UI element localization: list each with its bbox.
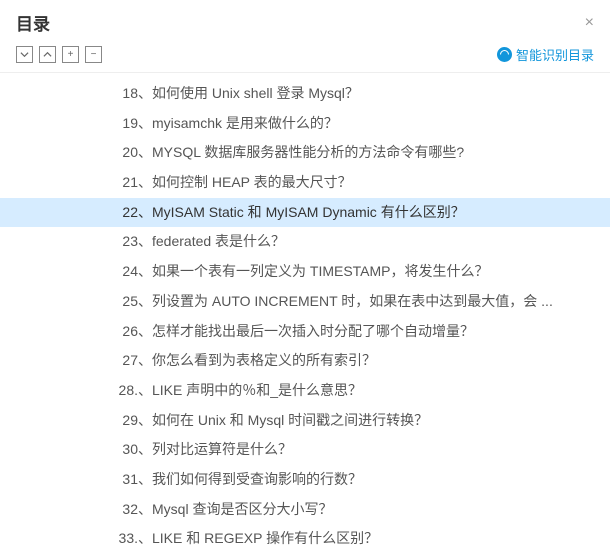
toc-item-number: 28.、 bbox=[118, 380, 152, 402]
toc-panel: 目录 × + − 智能识别目录 18、如何使用 Unix shell 登录 My… bbox=[0, 0, 610, 547]
toc-item[interactable]: 33.、LIKE 和 REGEXP 操作有什么区别？ bbox=[0, 524, 610, 547]
toc-item-text: federated 表是什么？ bbox=[152, 231, 600, 253]
toc-item[interactable]: 32、Mysql 查询是否区分大小写？ bbox=[0, 495, 610, 525]
toc-item-number: 27、 bbox=[118, 350, 152, 372]
toc-item-text: 怎样才能找出最后一次插入时分配了哪个自动增量？ bbox=[152, 321, 600, 343]
toc-item-number: 19、 bbox=[118, 113, 152, 135]
toc-item-number: 22、 bbox=[118, 202, 152, 224]
collapse-all-button[interactable] bbox=[39, 46, 56, 63]
toc-item-text: LIKE 和 REGEXP 操作有什么区别？ bbox=[152, 528, 600, 547]
toc-item-number: 26、 bbox=[118, 321, 152, 343]
toc-item-number: 20、 bbox=[118, 142, 152, 164]
toolbar: + − 智能识别目录 bbox=[0, 41, 610, 73]
panel-title: 目录 bbox=[16, 10, 50, 35]
expand-all-button[interactable] bbox=[16, 46, 33, 63]
toc-item[interactable]: 30、列对比运算符是什么？ bbox=[0, 435, 610, 465]
toc-item-text: MyISAM Static 和 MyISAM Dynamic 有什么区别？ bbox=[152, 202, 600, 224]
toc-item-text: LIKE 声明中的％和_是什么意思？ bbox=[152, 380, 600, 402]
toc-item-number: 18、 bbox=[118, 83, 152, 105]
smart-recognize-label: 智能识别目录 bbox=[516, 45, 594, 64]
toc-item-number: 33.、 bbox=[118, 528, 152, 547]
toc-item[interactable]: 28.、LIKE 声明中的％和_是什么意思？ bbox=[0, 376, 610, 406]
toc-item-text: 如何使用 Unix shell 登录 Mysql？ bbox=[152, 83, 600, 105]
toc-item-text: 如何在 Unix 和 Mysql 时间戳之间进行转换？ bbox=[152, 410, 600, 432]
toc-item-number: 31、 bbox=[118, 469, 152, 491]
close-icon[interactable]: × bbox=[585, 15, 594, 31]
toc-item[interactable]: 26、怎样才能找出最后一次插入时分配了哪个自动增量？ bbox=[0, 317, 610, 347]
toc-item-number: 30、 bbox=[118, 439, 152, 461]
toc-item-text: 我们如何得到受查询影响的行数？ bbox=[152, 469, 600, 491]
toc-item-text: MYSQL 数据库服务器性能分析的方法命令有哪些? bbox=[152, 142, 600, 164]
toc-item[interactable]: 31、我们如何得到受查询影响的行数？ bbox=[0, 465, 610, 495]
zoom-out-button[interactable]: − bbox=[85, 46, 102, 63]
toc-item-text: 如何控制 HEAP 表的最大尺寸？ bbox=[152, 172, 600, 194]
toc-item-text: 如果一个表有一列定义为 TIMESTAMP，将发生什么？ bbox=[152, 261, 600, 283]
toolbar-left: + − bbox=[16, 46, 102, 63]
toc-item[interactable]: 27、你怎么看到为表格定义的所有索引？ bbox=[0, 346, 610, 376]
toc-item-text: myisamchk 是用来做什么的？ bbox=[152, 113, 600, 135]
toc-item-number: 29、 bbox=[118, 410, 152, 432]
toc-list[interactable]: 18、如何使用 Unix shell 登录 Mysql？19、 myisamch… bbox=[0, 73, 610, 547]
toc-item-text: 你怎么看到为表格定义的所有索引？ bbox=[152, 350, 600, 372]
toc-item-text: 列设置为 AUTO INCREMENT 时，如果在表中达到最大值，会 ... bbox=[152, 291, 600, 313]
smart-recognize-button[interactable]: 智能识别目录 bbox=[497, 45, 594, 64]
toc-item-number: 32、 bbox=[118, 499, 152, 521]
toc-item[interactable]: 20、MYSQL 数据库服务器性能分析的方法命令有哪些? bbox=[0, 138, 610, 168]
chevron-down-icon bbox=[20, 50, 29, 59]
smart-badge-icon bbox=[497, 47, 512, 62]
toc-item[interactable]: 18、如何使用 Unix shell 登录 Mysql？ bbox=[0, 79, 610, 109]
zoom-in-button[interactable]: + bbox=[62, 46, 79, 63]
toc-item-number: 25、 bbox=[118, 291, 152, 313]
toc-item[interactable]: 24、如果一个表有一列定义为 TIMESTAMP，将发生什么？ bbox=[0, 257, 610, 287]
toc-item[interactable]: 19、 myisamchk 是用来做什么的？ bbox=[0, 109, 610, 139]
toc-item[interactable]: 21、如何控制 HEAP 表的最大尺寸？ bbox=[0, 168, 610, 198]
toc-item-text: Mysql 查询是否区分大小写？ bbox=[152, 499, 600, 521]
toc-item[interactable]: 25、列设置为 AUTO INCREMENT 时，如果在表中达到最大值，会 ..… bbox=[0, 287, 610, 317]
toc-item-number: 23、 bbox=[118, 231, 152, 253]
chevron-up-icon bbox=[43, 50, 52, 59]
toc-item[interactable]: 22、MyISAM Static 和 MyISAM Dynamic 有什么区别？ bbox=[0, 198, 610, 228]
toc-item-number: 24、 bbox=[118, 261, 152, 283]
toc-item-number: 21、 bbox=[118, 172, 152, 194]
toc-item-text: 列对比运算符是什么？ bbox=[152, 439, 600, 461]
toc-item[interactable]: 29、如何在 Unix 和 Mysql 时间戳之间进行转换？ bbox=[0, 406, 610, 436]
panel-header: 目录 × bbox=[0, 0, 610, 41]
toc-item[interactable]: 23、federated 表是什么？ bbox=[0, 227, 610, 257]
